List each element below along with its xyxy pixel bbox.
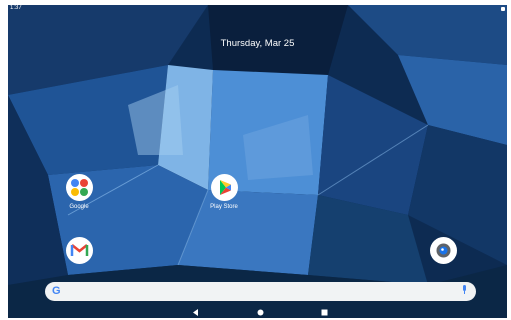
android-home-screen: 1:37 Thursday, Mar 25 Google Play Store: [8, 5, 507, 318]
recents-icon[interactable]: [320, 308, 329, 317]
app-play-store[interactable]: Play Store: [199, 174, 249, 210]
home-icon[interactable]: [256, 308, 265, 317]
date-widget[interactable]: Thursday, Mar 25: [8, 38, 507, 49]
status-time: 1:37: [10, 5, 22, 11]
camera-icon: [429, 237, 457, 264]
gmail-icon: [65, 237, 93, 264]
app-google-folder[interactable]: Google: [54, 174, 104, 210]
mic-icon[interactable]: [462, 285, 467, 294]
google-logo-icon: G: [52, 285, 61, 297]
app-camera[interactable]: [418, 237, 468, 264]
app-label: Play Store: [210, 204, 238, 210]
back-icon[interactable]: [191, 308, 200, 317]
google-folder-icon: [65, 174, 93, 201]
app-label: Google: [69, 204, 89, 210]
status-indicator-icon: [501, 7, 505, 11]
wallpaper: [8, 5, 507, 318]
play-store-icon: [210, 174, 238, 201]
app-gmail[interactable]: [54, 237, 104, 264]
google-search-bar[interactable]: G: [45, 282, 476, 301]
